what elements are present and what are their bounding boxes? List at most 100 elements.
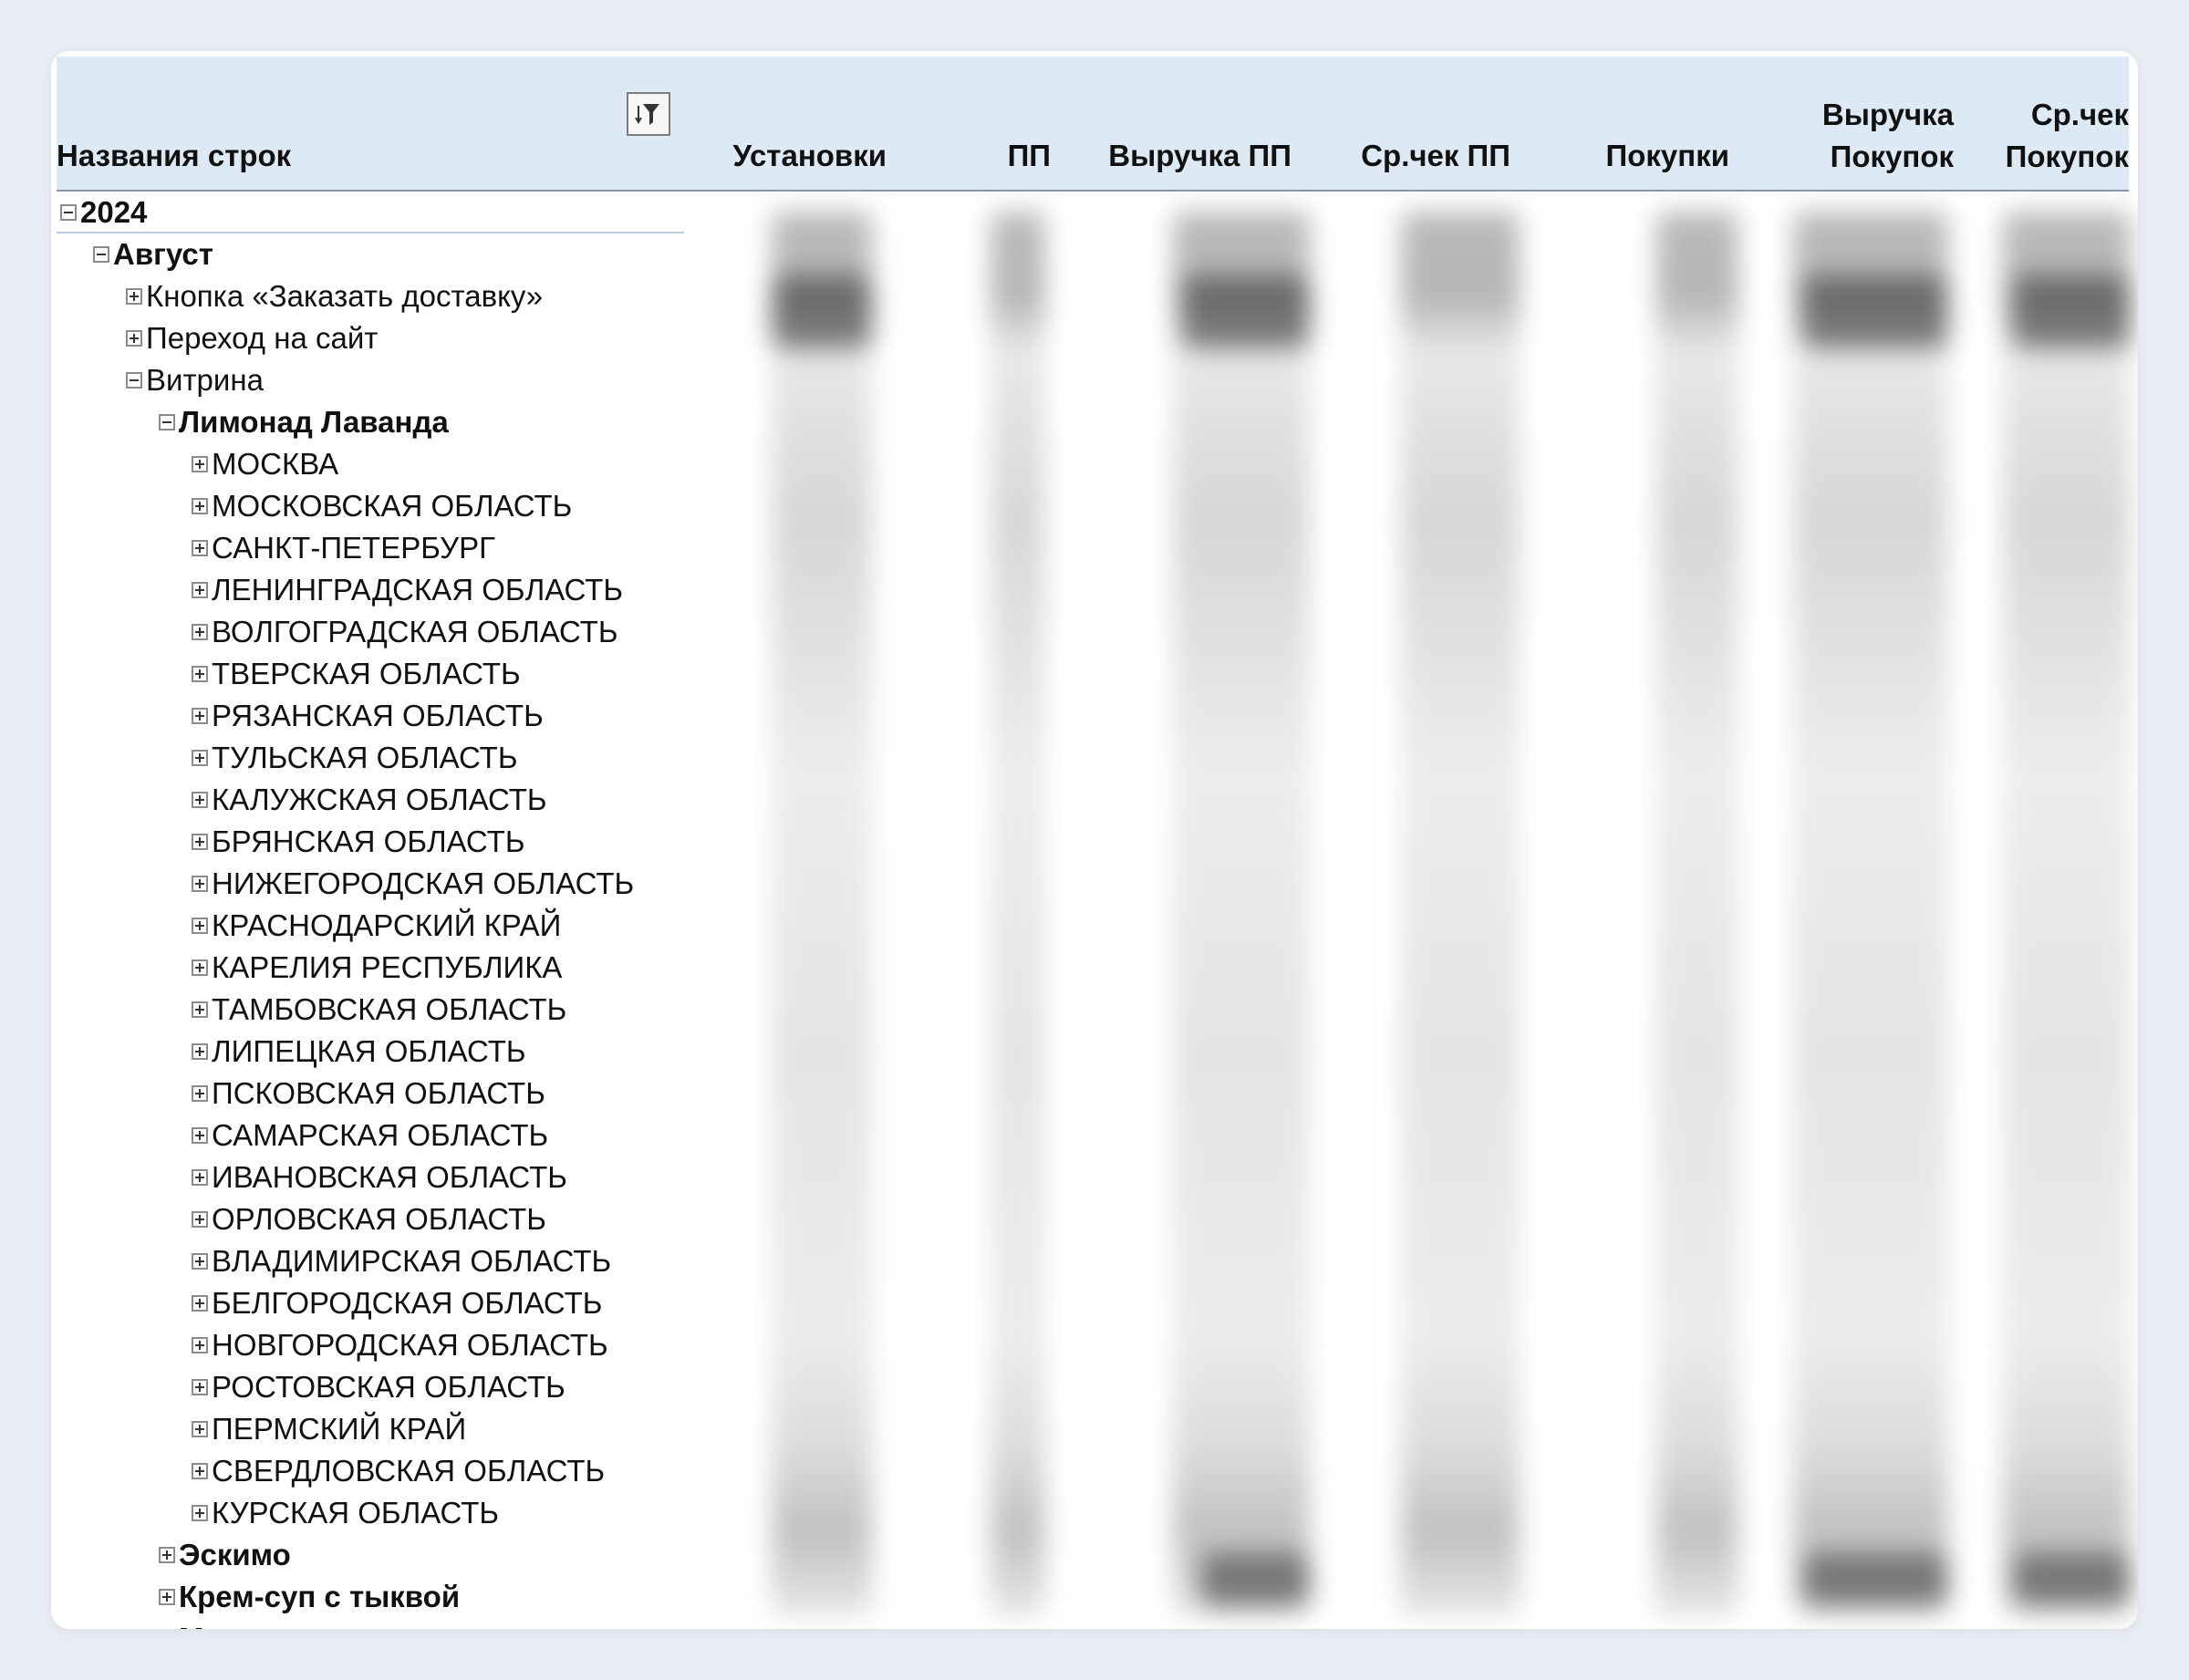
pivot-row[interactable]: ПЕРМСКИЙ КРАЙ (192, 1408, 466, 1450)
pivot-row[interactable]: ПСКОВСКАЯ ОБЛАСТЬ (192, 1073, 545, 1115)
pivot-row[interactable]: СВЕРДЛОВСКАЯ ОБЛАСТЬ (192, 1450, 605, 1492)
pivot-row[interactable]: ТВЕРСКАЯ ОБЛАСТЬ (192, 653, 521, 695)
blurred-column (772, 212, 872, 1616)
expand-icon[interactable] (192, 1295, 208, 1312)
column-header-purchases[interactable]: Покупки (1552, 135, 1729, 177)
blurred-column (1656, 212, 1738, 1616)
expand-icon[interactable] (192, 708, 208, 724)
collapse-icon[interactable] (126, 372, 142, 389)
expand-icon[interactable] (192, 498, 208, 514)
pivot-row-label: Мороженое с маршмеллоу (179, 1618, 576, 1629)
expand-icon[interactable] (192, 876, 208, 892)
pivot-row[interactable]: 2024 (60, 192, 147, 233)
pivot-row[interactable]: БЕЛГОРОДСКАЯ ОБЛАСТЬ (192, 1282, 602, 1324)
pivot-row-label: ПСКОВСКАЯ ОБЛАСТЬ (212, 1076, 545, 1110)
pivot-row-label: КАРЕЛИЯ РЕСПУБЛИКА (212, 950, 563, 984)
pivot-row[interactable]: РОСТОВСКАЯ ОБЛАСТЬ (192, 1366, 565, 1408)
expand-icon[interactable] (192, 1211, 208, 1228)
pivot-row[interactable]: ИВАНОВСКАЯ ОБЛАСТЬ (192, 1156, 567, 1198)
expand-icon[interactable] (192, 918, 208, 934)
expand-icon[interactable] (192, 456, 208, 472)
pivot-row[interactable]: ВЛАДИМИРСКАЯ ОБЛАСТЬ (192, 1240, 611, 1282)
expand-icon[interactable] (192, 1463, 208, 1479)
filter-sort-icon (635, 104, 659, 125)
pivot-row[interactable]: ЛЕНИНГРАДСКАЯ ОБЛАСТЬ (192, 569, 623, 611)
expand-icon[interactable] (159, 1589, 175, 1605)
pivot-row[interactable]: Переход на сайт (126, 317, 378, 359)
column-header-avg-check-purchases[interactable]: Ср.чек Покупок (1990, 94, 2129, 178)
pivot-row[interactable]: НИЖЕГОРОДСКАЯ ОБЛАСТЬ (192, 863, 634, 905)
collapse-icon[interactable] (60, 204, 77, 221)
collapse-icon[interactable] (159, 414, 175, 430)
column-header-revenue-pp[interactable]: Выручка ПП (1069, 135, 1292, 177)
pivot-row-label: Эскимо (179, 1538, 291, 1571)
pivot-row[interactable]: БРЯНСКАЯ ОБЛАСТЬ (192, 821, 525, 863)
pivot-row[interactable]: Мороженое с маршмеллоу (159, 1618, 576, 1629)
pivot-header: Названия строк Установки ПП Выручка ПП С… (57, 57, 2129, 192)
pivot-row[interactable]: САМАРСКАЯ ОБЛАСТЬ (192, 1115, 548, 1156)
expand-icon[interactable] (192, 834, 208, 850)
expand-icon[interactable] (126, 288, 142, 305)
expand-icon[interactable] (192, 750, 208, 766)
column-header-revenue-purchases[interactable]: Выручка Покупок (1762, 94, 1954, 178)
pivot-row-label: ТВЕРСКАЯ ОБЛАСТЬ (212, 657, 521, 690)
column-header-pp[interactable]: ПП (960, 135, 1051, 177)
pivot-row[interactable]: Кнопка «Заказать доставку» (126, 275, 543, 317)
blurred-block (1802, 1552, 1948, 1607)
expand-icon[interactable] (192, 582, 208, 598)
expand-icon[interactable] (192, 1505, 208, 1521)
collapse-icon[interactable] (93, 246, 109, 263)
pivot-row[interactable]: САНКТ-ПЕТЕРБУРГ (192, 527, 495, 569)
expand-icon[interactable] (192, 1379, 208, 1395)
pivot-row[interactable]: Эскимо (159, 1534, 291, 1576)
pivot-row[interactable]: ОРЛОВСКАЯ ОБЛАСТЬ (192, 1198, 546, 1240)
pivot-row[interactable]: Крем-суп с тыквой (159, 1576, 460, 1618)
expand-icon[interactable] (192, 540, 208, 556)
pivot-row[interactable]: КРАСНОДАРСКИЙ КРАЙ (192, 905, 561, 947)
expand-icon[interactable] (192, 624, 208, 640)
pivot-row-label: ВОЛГОГРАДСКАЯ ОБЛАСТЬ (212, 615, 618, 648)
pivot-row-label: Крем-суп с тыквой (179, 1580, 461, 1613)
redacted-values (690, 212, 2131, 1616)
pivot-row-label: Переход на сайт (146, 321, 379, 355)
pivot-row[interactable]: ВОЛГОГРАДСКАЯ ОБЛАСТЬ (192, 611, 618, 653)
expand-icon[interactable] (192, 1421, 208, 1437)
expand-icon[interactable] (192, 1169, 208, 1186)
expand-icon[interactable] (192, 792, 208, 808)
column-header-avg-check-pp[interactable]: Ср.чек ПП (1315, 135, 1510, 177)
expand-icon[interactable] (192, 959, 208, 976)
pivot-row[interactable]: Витрина (126, 359, 264, 401)
blurred-column (2003, 212, 2131, 1616)
expand-icon[interactable] (192, 1127, 208, 1144)
pivot-row[interactable]: КУРСКАЯ ОБЛАСТЬ (192, 1492, 499, 1534)
expand-icon[interactable] (192, 1337, 208, 1353)
expand-icon[interactable] (192, 1085, 208, 1102)
pivot-row[interactable]: Август (93, 233, 213, 275)
column-header-revenue-purchases-line1: Выручка (1821, 98, 1954, 131)
pivot-row[interactable]: МОСКВА (192, 443, 338, 485)
pivot-row[interactable]: ЛИПЕЦКАЯ ОБЛАСТЬ (192, 1031, 526, 1073)
expand-icon[interactable] (126, 330, 142, 347)
pivot-row[interactable]: РЯЗАНСКАЯ ОБЛАСТЬ (192, 695, 544, 737)
expand-icon[interactable] (192, 1043, 208, 1060)
blurred-column (1173, 212, 1310, 1616)
pivot-row[interactable]: Лимонад Лаванда (159, 401, 449, 443)
expand-icon[interactable] (192, 666, 208, 682)
column-header-installs[interactable]: Установки (682, 135, 887, 177)
row-labels-filter-button[interactable] (627, 92, 670, 136)
row-labels-header[interactable]: Названия строк (57, 135, 291, 177)
pivot-row[interactable]: КАРЕЛИЯ РЕСПУБЛИКА (192, 947, 562, 989)
expand-icon[interactable] (159, 1547, 175, 1563)
pivot-row-label: КАЛУЖСКАЯ ОБЛАСТЬ (212, 783, 547, 816)
pivot-row[interactable]: МОСКОВСКАЯ ОБЛАСТЬ (192, 485, 572, 527)
pivot-row[interactable]: ТУЛЬСКАЯ ОБЛАСТЬ (192, 737, 518, 779)
pivot-row[interactable]: ТАМБОВСКАЯ ОБЛАСТЬ (192, 989, 566, 1031)
expand-icon[interactable] (192, 1253, 208, 1270)
pivot-row[interactable]: КАЛУЖСКАЯ ОБЛАСТЬ (192, 779, 547, 821)
pivot-row[interactable]: НОВГОРОДСКАЯ ОБЛАСТЬ (192, 1324, 608, 1366)
expand-icon[interactable] (192, 1001, 208, 1018)
pivot-row-label: СВЕРДЛОВСКАЯ ОБЛАСТЬ (212, 1454, 606, 1488)
pivot-row-label: ТАМБОВСКАЯ ОБЛАСТЬ (212, 992, 567, 1026)
pivot-row-label: ЛЕНИНГРАДСКАЯ ОБЛАСТЬ (212, 573, 624, 607)
blurred-block (1182, 275, 1310, 348)
